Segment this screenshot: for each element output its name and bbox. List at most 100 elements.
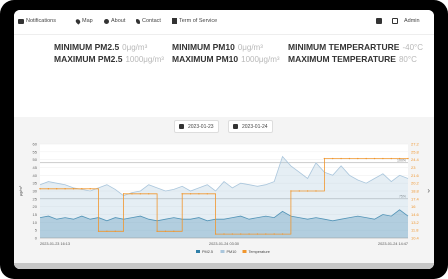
left-tick-label: 60: [33, 142, 38, 147]
data-point: [373, 157, 376, 160]
reference-line-label: 100%: [397, 158, 406, 162]
max-pm25-label: MAXIMUM PM2.5: [54, 54, 123, 64]
data-point: [148, 193, 150, 195]
x-tick-label: 2023-01-24 14:47: [378, 242, 408, 246]
data-point: [114, 230, 116, 232]
left-tick-label: 5: [35, 228, 38, 233]
air-quality-chart: 60555045403530252015105027.225.824.42321…: [18, 142, 420, 255]
right-tick-label: 20.2: [411, 181, 420, 186]
data-point: [298, 190, 300, 192]
min-pm10-value: 0μg/m³: [237, 43, 263, 52]
left-tick-label: 35: [33, 181, 38, 186]
data-point: [106, 230, 108, 232]
data-point: [332, 157, 334, 160]
max-temp-value: 80°C: [398, 55, 417, 64]
data-point: [139, 193, 142, 195]
data-point: [256, 233, 259, 235]
envelope-icon: [18, 18, 24, 24]
right-tick-label: 24.4: [411, 157, 420, 162]
nav-contact[interactable]: Contact: [136, 18, 161, 24]
data-point: [89, 188, 91, 190]
legend-swatch: [220, 250, 225, 253]
data-point: [81, 188, 83, 190]
browser-viewport: Notifications Map About Contact Term of …: [14, 10, 434, 269]
x-tick-label: 2023-01-23 16:13: [40, 242, 70, 246]
right-tick-label: 18.8: [411, 189, 420, 194]
data-point: [357, 157, 359, 160]
right-tick-label: 23: [411, 165, 416, 170]
right-tick-label: 16: [411, 204, 416, 209]
data-point: [306, 190, 309, 192]
admin-label[interactable]: Admin: [404, 18, 420, 24]
data-point: [189, 193, 192, 195]
max-pm25-stat: MAXIMUM PM2.5 1000μg/m³: [54, 54, 164, 64]
data-point: [348, 157, 351, 160]
right-tick-label: 27.2: [411, 142, 420, 147]
data-point: [131, 193, 133, 195]
nav-about[interactable]: About: [104, 18, 125, 24]
right-tick-label: 14.6: [411, 212, 420, 217]
nav-map-label: Map: [82, 18, 93, 24]
calendar-icon: [179, 124, 184, 129]
data-point: [223, 233, 225, 235]
nav-notifications-label: Notifications: [26, 18, 56, 24]
data-point: [315, 190, 317, 192]
window-icon[interactable]: [392, 18, 398, 24]
data-point: [240, 233, 242, 235]
max-temp-stat: MAXIMUM TEMPERATURE 80°C: [288, 54, 417, 64]
start-date-value: 2023-01-23: [188, 123, 214, 130]
left-tick-label: 25: [33, 196, 38, 201]
data-point: [164, 230, 167, 232]
document-icon: [172, 18, 177, 24]
max-pm10-value: 1000μg/m³: [241, 55, 280, 64]
grid-icon[interactable]: [376, 18, 382, 24]
max-pm10-label: MAXIMUM PM10: [172, 54, 239, 64]
right-tick-label: 25.8: [411, 149, 420, 154]
nav-map[interactable]: Map: [74, 17, 93, 25]
min-temp-value: -40°C: [402, 43, 423, 52]
nav-terms[interactable]: Term of Service: [172, 18, 217, 24]
data-point: [122, 193, 125, 195]
min-pm10-label: MINIMUM PM10: [172, 42, 235, 52]
left-tick-label: 15: [33, 212, 38, 217]
data-point: [198, 193, 200, 195]
data-point: [72, 188, 75, 190]
nav-notifications[interactable]: Notifications: [18, 18, 56, 24]
phone-icon: [136, 18, 140, 24]
limits-panel: MINIMUM PM2.5 0μg/m³ MAXIMUM PM2.5 1000μg/…: [14, 42, 434, 82]
left-tick-label: 40: [33, 173, 38, 178]
data-point: [365, 157, 367, 160]
data-point: [97, 230, 100, 232]
right-tick-label: 10.4: [411, 236, 420, 241]
legend-swatch: [196, 250, 200, 253]
left-tick-label: 10: [33, 220, 38, 225]
bottom-scrollbar[interactable]: [14, 263, 434, 269]
chevron-right-icon[interactable]: ›: [427, 186, 430, 195]
data-point: [214, 233, 217, 235]
y-axis-title: μg/m³: [18, 185, 23, 196]
data-point: [398, 157, 401, 160]
max-pm10-stat: MAXIMUM PM10 1000μg/m³: [172, 54, 280, 64]
end-date-picker[interactable]: 2023-01-24: [228, 120, 273, 133]
start-date-picker[interactable]: 2023-01-23: [174, 120, 219, 133]
left-tick-label: 20: [33, 204, 38, 209]
min-pm10-stat: MINIMUM PM10 0μg/m³: [172, 42, 263, 52]
min-pm25-label: MINIMUM PM2.5: [54, 42, 120, 52]
right-tick-label: 17.4: [411, 196, 420, 201]
left-tick-label: 45: [33, 165, 38, 170]
legend-label: Temperature: [249, 250, 270, 254]
x-tick-label: 2023-01-24 03:30: [209, 242, 239, 246]
left-tick-label: 55: [33, 149, 38, 154]
data-point: [64, 188, 66, 190]
calendar-icon: [233, 124, 238, 129]
nav-contact-label: Contact: [142, 18, 161, 24]
info-icon: [104, 18, 109, 24]
nav-about-label: About: [111, 18, 126, 24]
data-point: [231, 233, 234, 235]
map-pin-icon: [74, 17, 82, 25]
data-point: [156, 230, 158, 232]
min-temp-label: MINIMUM TEMPERARTURE: [288, 42, 400, 52]
data-point: [407, 157, 409, 160]
data-point: [265, 233, 267, 235]
end-date-value: 2023-01-24: [242, 123, 268, 130]
